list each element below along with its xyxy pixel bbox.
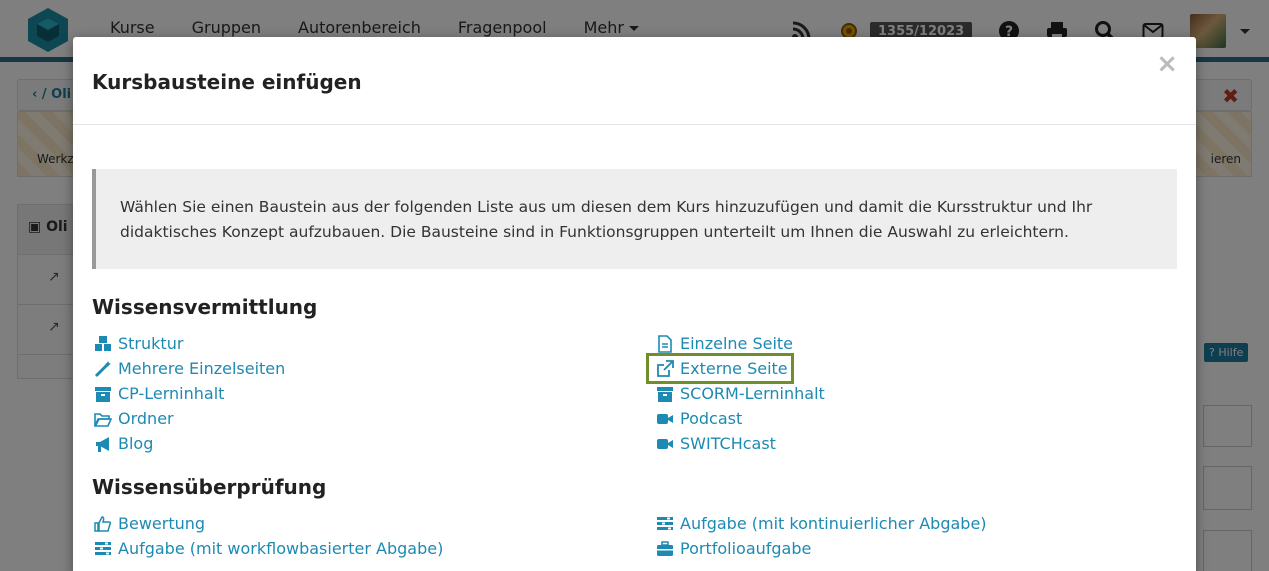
- section-wissensvermittlung-right: Einzelne Seite Externe Seite SCORM-Lerninh…: [646, 331, 825, 456]
- archive-icon: [92, 385, 114, 403]
- element-externe-seite[interactable]: Externe Seite: [646, 353, 794, 384]
- modal-header: Kursbausteine einfügen ×: [73, 37, 1196, 125]
- element-label: Bewertung: [118, 514, 206, 533]
- element-struktur[interactable]: Struktur: [92, 331, 285, 356]
- magic-wand-icon: [92, 360, 114, 378]
- element-label: CP-Lerninhalt: [118, 384, 225, 403]
- info-box: Wählen Sie einen Baustein aus der folgen…: [92, 169, 1177, 269]
- tasks-icon: [654, 515, 676, 533]
- element-podcast[interactable]: Podcast: [654, 406, 825, 431]
- element-label: Blog: [118, 434, 154, 453]
- thumbs-up-icon: [92, 515, 114, 533]
- element-label: Mehrere Einzelseiten: [118, 359, 286, 378]
- element-aufgabe-mit-workflowbasierter-abgabe[interactable]: Aufgabe (mit workflowbasierter Abgabe): [92, 536, 443, 561]
- insert-course-element-dialog: Kursbausteine einfügen × Wählen Sie eine…: [73, 37, 1196, 571]
- element-portfolioaufgabe[interactable]: Portfolioaufgabe: [654, 536, 987, 561]
- section-title-wissensvermittlung: Wissensvermittlung: [92, 295, 318, 319]
- element-ordner[interactable]: Ordner: [92, 406, 285, 431]
- element-scorm-lerninhalt[interactable]: SCORM-Lerninhalt: [654, 381, 825, 406]
- element-label: SCORM-Lerninhalt: [680, 384, 825, 403]
- modal-title: Kursbausteine einfügen: [92, 70, 362, 94]
- element-label: Aufgabe (mit kontinuierlicher Abgabe): [680, 514, 987, 533]
- video-camera-icon: [654, 435, 676, 453]
- element-aufgabe-mit-kontinuierlicher-abgabe[interactable]: Aufgabe (mit kontinuierlicher Abgabe): [654, 511, 987, 536]
- file-text-icon: [654, 334, 676, 353]
- video-camera-icon: [654, 410, 676, 428]
- element-blog[interactable]: Blog: [92, 431, 285, 456]
- element-label: Struktur: [118, 334, 184, 353]
- element-switchcast[interactable]: SWITCHcast: [654, 431, 825, 456]
- bullhorn-icon: [92, 435, 114, 453]
- tasks-icon: [92, 540, 114, 558]
- element-bewertung[interactable]: Bewertung: [92, 511, 443, 536]
- element-label: Einzelne Seite: [680, 334, 794, 353]
- section-wissensueberpruefung-right: Aufgabe (mit kontinuierlicher Abgabe) Por…: [654, 511, 987, 561]
- briefcase-icon: [654, 540, 676, 558]
- close-icon[interactable]: ×: [1156, 49, 1178, 79]
- section-wissensvermittlung-left: Struktur Mehrere Einzelseiten CP-Lerninhal…: [92, 331, 285, 456]
- element-einzelne-seite[interactable]: Einzelne Seite: [654, 331, 825, 356]
- element-label: Podcast: [680, 409, 743, 428]
- external-link-icon: [654, 359, 676, 378]
- element-label: Portfolioaufgabe: [680, 539, 812, 558]
- section-title-wissensueberpruefung: Wissensüberprüfung: [92, 475, 327, 499]
- cubes-icon: [92, 335, 114, 353]
- folder-open-icon: [92, 410, 114, 428]
- element-label: Aufgabe (mit workflowbasierter Abgabe): [118, 539, 444, 558]
- element-mehrere-einzelseiten[interactable]: Mehrere Einzelseiten: [92, 356, 285, 381]
- element-label: Externe Seite: [680, 359, 788, 378]
- element-label: Ordner: [118, 409, 174, 428]
- element-label: SWITCHcast: [680, 434, 776, 453]
- element-cp-lerninhalt[interactable]: CP-Lerninhalt: [92, 381, 285, 406]
- section-wissensueberpruefung-left: Bewertung Aufgabe (mit workflowbasierter …: [92, 511, 443, 561]
- archive-icon: [654, 385, 676, 403]
